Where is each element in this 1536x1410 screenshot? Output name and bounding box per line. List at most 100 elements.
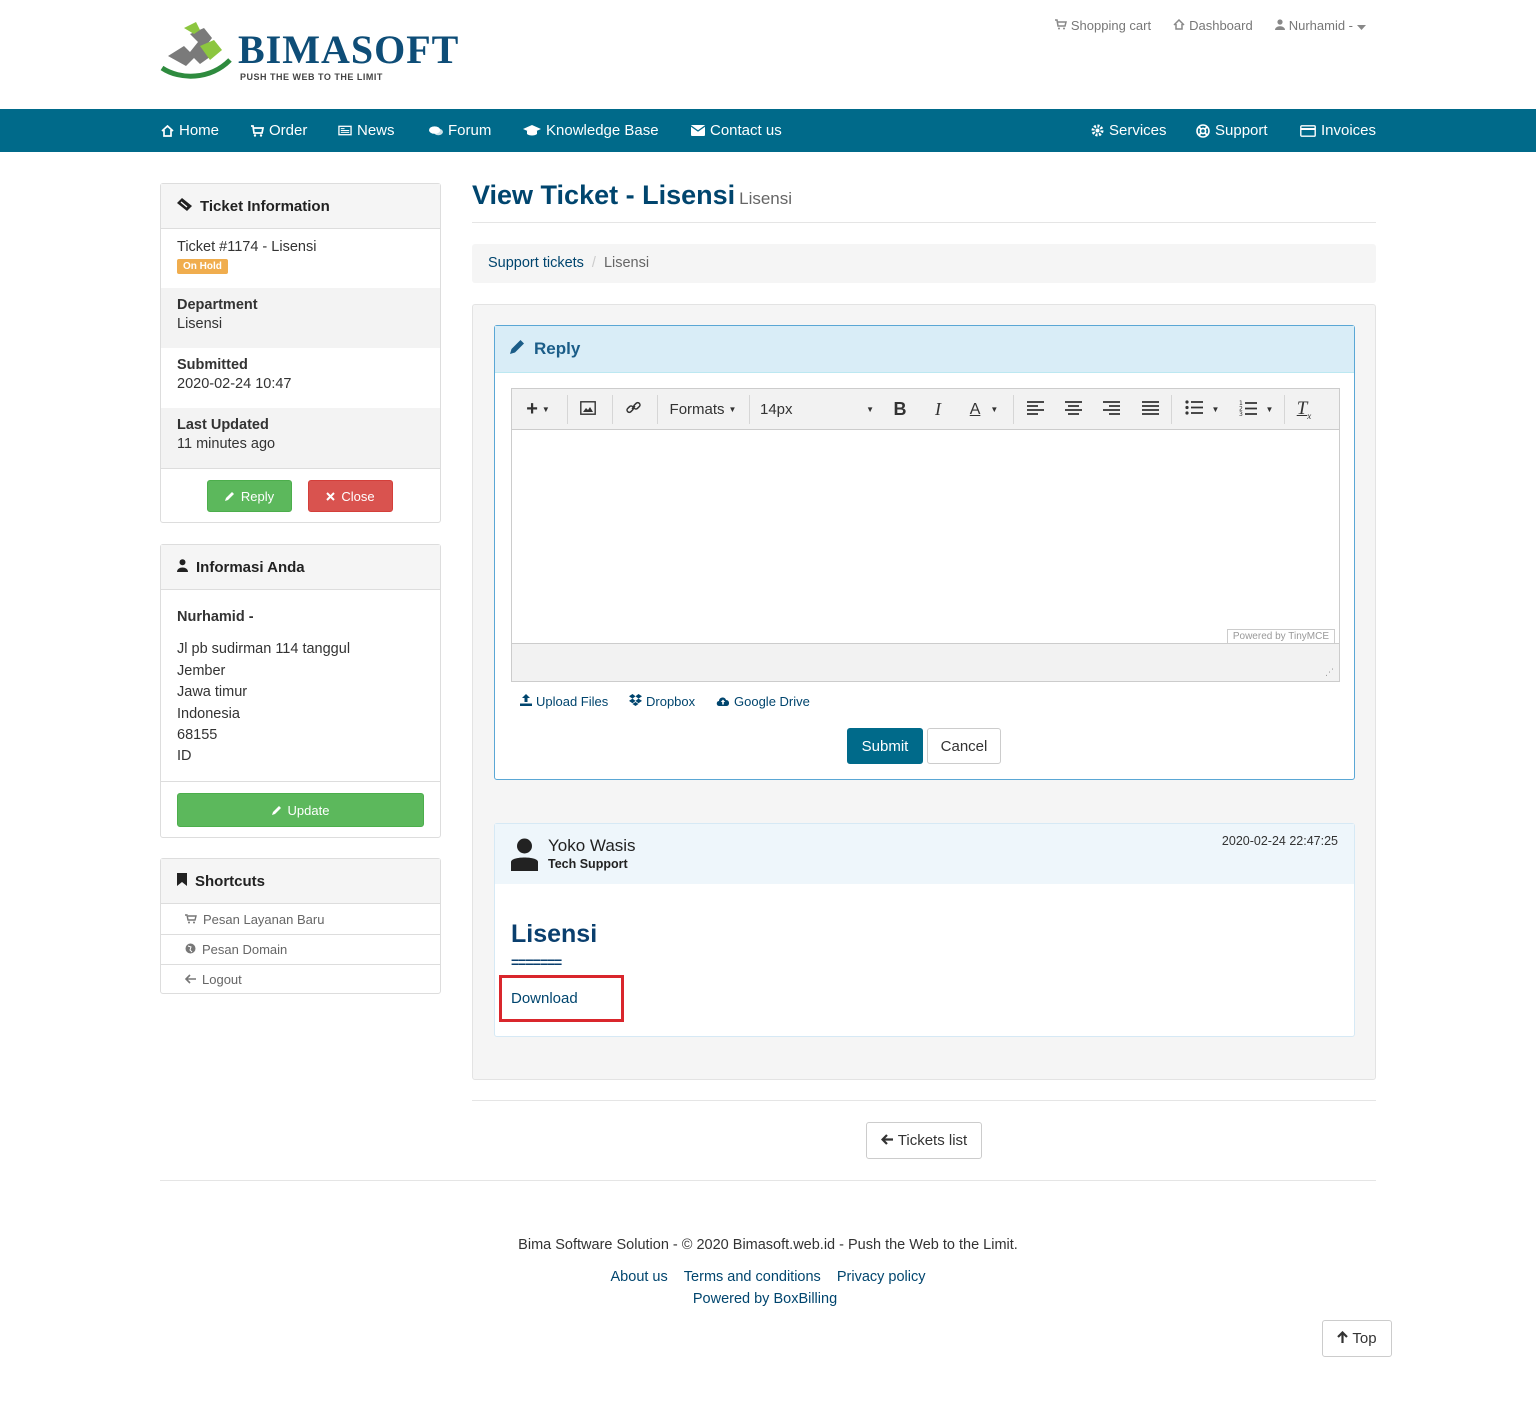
site-logo[interactable]: BIMASOFT PUSH THE WEB TO THE LIMIT [160,20,458,86]
top-links: Shopping cart Dashboard Nurhamid - [1054,18,1366,33]
back-to-top-button[interactable]: Top [1322,1320,1392,1357]
numbered-list-button[interactable]: 1 2 3 ▼ [1234,389,1278,430]
close-icon [326,489,336,504]
italic-button[interactable]: I [926,389,950,430]
nav-news[interactable]: News [338,109,395,152]
text-color-icon: A [969,400,981,418]
font-size-dropdown[interactable]: 14px ▼ [760,389,874,430]
shopping-cart-link[interactable]: Shopping cart [1054,18,1151,33]
footer-privacy-link[interactable]: Privacy policy [837,1269,926,1285]
submit-button[interactable]: Submit [847,728,923,764]
main-navbar: Home Order News Forum Knowledge Base Con… [0,109,1536,152]
clear-formatting-button[interactable]: Tx [1292,389,1316,430]
align-left-button[interactable] [1024,389,1046,430]
brand-name: BIMASOFT [238,27,460,72]
nav-contact[interactable]: Contact us [691,109,782,152]
shortcut-order-domain[interactable]: Pesan Domain [161,934,440,964]
nav-support[interactable]: Support [1196,109,1268,152]
close-ticket-button[interactable]: Close [308,480,393,512]
address-city: Jember [177,662,226,679]
font-size-label: 14px [760,401,793,418]
footer-about-link[interactable]: About us [611,1269,668,1285]
update-button[interactable]: Update [177,793,424,827]
user-icon [1274,18,1285,33]
formats-dropdown[interactable]: Formats ▼ [667,389,739,430]
image-button[interactable] [574,389,602,430]
nav-invoices[interactable]: Invoices [1300,109,1376,152]
last-updated-row: Last Updated 11 minutes ago [161,408,440,468]
breadcrumb-support-tickets[interactable]: Support tickets [488,255,584,271]
align-right-button[interactable] [1100,389,1122,430]
last-updated-label: Last Updated [177,417,269,433]
nav-knowledge-base[interactable]: Knowledge Base [523,109,659,152]
tickets-list-button[interactable]: Tickets list [866,1122,982,1159]
pencil-icon [224,489,235,504]
dropbox-link[interactable]: Dropbox [629,694,695,709]
message-author: Yoko Wasis [548,836,636,855]
globe-icon [185,942,196,957]
message-author-role: Tech Support [548,857,628,871]
caret-down-icon [1357,18,1366,33]
text-color-button[interactable]: A ▼ [962,389,1006,430]
submitted-value: 2020-02-24 10:47 [177,376,292,392]
footer-terms-link[interactable]: Terms and conditions [684,1269,821,1285]
dropbox-icon [629,694,642,709]
nav-home[interactable]: Home [160,109,219,152]
upload-files-label: Upload Files [536,694,609,709]
nav-forum[interactable]: Forum [429,109,491,152]
message-date: 2020-02-24 22:47:25 [1221,834,1338,848]
align-center-button[interactable] [1062,389,1084,430]
align-center-icon [1064,400,1082,419]
tinymce-branding[interactable]: Powered by TinyMCE [1226,629,1335,644]
department-row: Department Lisensi [161,288,440,348]
download-link[interactable]: Download [511,990,578,1007]
dashboard-link[interactable]: Dashboard [1173,18,1253,33]
user-menu[interactable]: Nurhamid - [1274,18,1366,33]
nav-services[interactable]: Services [1090,109,1167,152]
reply-button[interactable]: Reply [207,480,292,512]
update-button-label: Update [287,802,330,818]
cancel-button[interactable]: Cancel [927,728,1001,764]
align-justify-icon [1141,400,1159,419]
shortcut-label: Pesan Domain [202,942,288,957]
upload-files-link[interactable]: Upload Files [520,694,608,709]
address-country-code: ID [177,748,192,765]
puzzle-logo-icon [160,22,232,79]
customer-name: Nurhamid - [177,609,254,625]
your-information-panel: Informasi Anda Nurhamid - Jl pb sudirman… [160,544,441,838]
message-heading: Lisensi [511,920,598,948]
caret-down-icon: ▼ [728,405,737,414]
shortcuts-header: Shortcuts [161,859,440,904]
align-justify-button[interactable] [1139,389,1161,430]
cart-icon [250,124,264,138]
bold-button[interactable]: B [888,389,912,430]
nav-services-label: Services [1109,122,1167,139]
breadcrumb-current: Lisensi [603,255,650,271]
nav-order-label: Order [269,122,308,139]
credit-card-icon [1300,124,1316,138]
clear-formatting-icon: Tx [1296,398,1312,421]
dropbox-label: Dropbox [646,694,696,709]
align-right-icon [1102,400,1120,419]
boxbilling-link[interactable]: Powered by BoxBilling [693,1291,837,1307]
italic-icon: I [935,399,941,419]
nav-home-label: Home [179,122,220,139]
link-button[interactable] [619,389,647,430]
ticket-number: Ticket #1174 - Lisensi [177,239,317,255]
insert-button[interactable]: + ▼ [520,389,556,430]
google-drive-link[interactable]: Google Drive [716,694,810,709]
resize-handle-icon[interactable]: ⋰ [1325,667,1334,678]
breadcrumb-separator: / [591,255,596,271]
newspaper-icon [338,124,352,138]
image-icon [580,400,596,419]
arrow-left-icon [184,972,196,987]
shortcut-logout[interactable]: Logout [161,964,440,994]
ticket-actions: Reply Close [161,468,440,522]
caret-down-icon: ▼ [1265,405,1274,414]
bullet-list-button[interactable]: ▼ [1180,389,1224,430]
editor-content-area[interactable]: Powered by TinyMCE [512,430,1339,644]
nav-invoices-label: Invoices [1321,122,1377,139]
shortcut-order-service[interactable]: Pesan Layanan Baru [161,904,440,934]
nav-order[interactable]: Order [250,109,307,152]
reply-header: Reply [495,326,1354,373]
